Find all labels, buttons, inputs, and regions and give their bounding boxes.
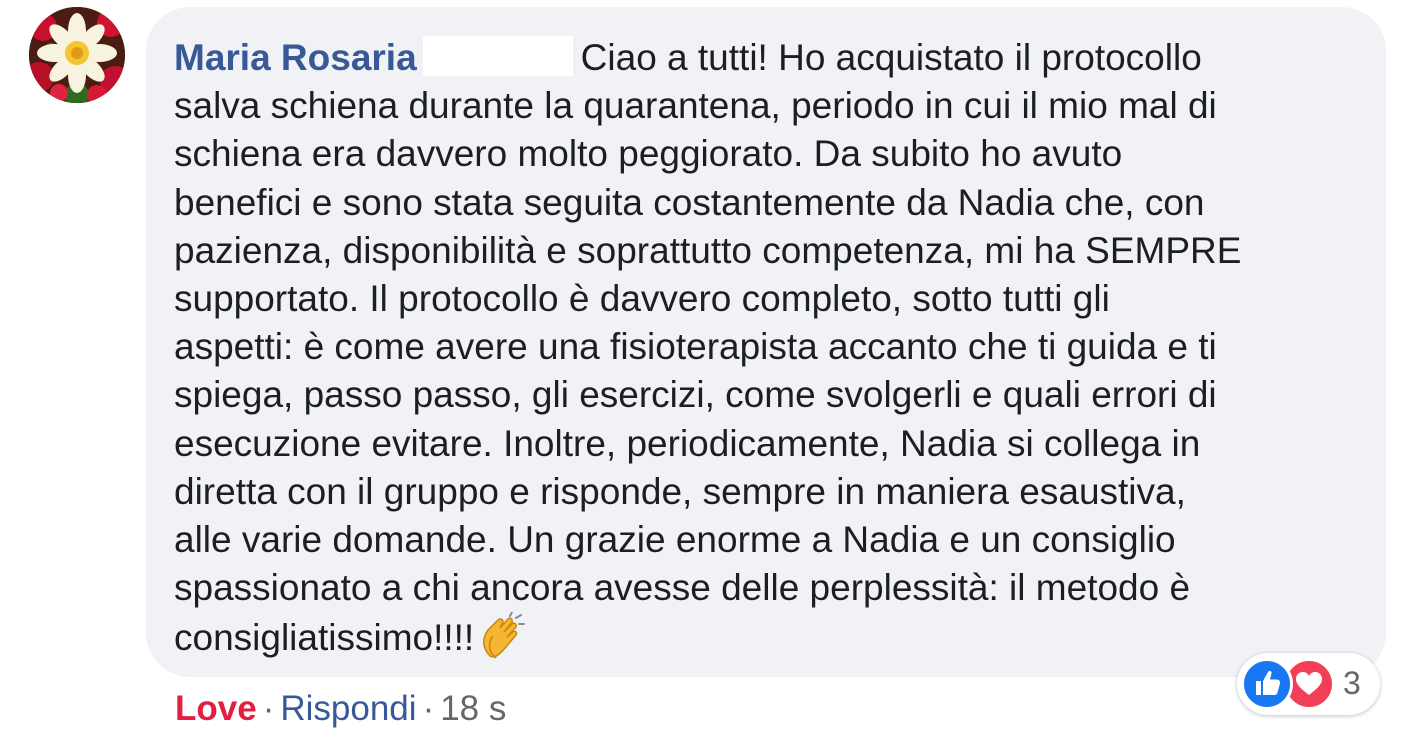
avatar[interactable]	[29, 7, 125, 103]
comment: Maria Rosaria Ciao a tutti! Ho acquistato…	[0, 0, 1424, 738]
comment-text: salva schiena durante la quarantena, per…	[174, 85, 1217, 127]
author-name[interactable]: Maria Rosaria	[174, 37, 417, 78]
flower-avatar-image	[29, 7, 125, 103]
redacted-surname	[422, 36, 573, 76]
comment-body: Maria Rosaria Ciao a tutti! Ho acquistato…	[174, 34, 1364, 663]
comment-text: spiega, passo passo, gli esercizi, come …	[174, 374, 1217, 416]
reactions-summary[interactable]: 3	[1237, 653, 1380, 715]
separator: ·	[422, 689, 435, 728]
comment-actions: Love · Rispondi · 18 s	[175, 687, 506, 731]
separator: ·	[262, 689, 275, 728]
comment-text: aspetti: è come avere una fisioterapista…	[174, 326, 1217, 368]
reply-button[interactable]: Rispondi	[280, 689, 416, 728]
love-button[interactable]: Love	[175, 689, 257, 728]
reaction-count: 3	[1343, 665, 1361, 701]
comment-text: Ciao a tutti! Ho acquistato il protocoll…	[580, 37, 1202, 78]
clapping-hands-icon	[476, 611, 526, 662]
comment-text: schiena era davvero molto peggiorato. Da…	[174, 133, 1123, 175]
comment-text: diretta con il gruppo e risponde, sempre…	[174, 470, 1186, 512]
timestamp[interactable]: 18 s	[440, 689, 506, 728]
comment-text: benefici e sono stata seguita costanteme…	[174, 181, 1205, 223]
comment-text: pazienza, disponibilità e soprattutto co…	[174, 229, 1242, 271]
comment-text: esecuzione evitare. Inoltre, periodicame…	[174, 422, 1201, 464]
comment-text: supportato. Il protocollo è davvero comp…	[174, 278, 1110, 320]
comment-text: consigliatissimo!!!!	[174, 617, 475, 659]
like-reaction-icon	[1241, 658, 1293, 710]
comment-last-line: consigliatissimo!!!!	[174, 611, 1364, 662]
comment-text: alle varie domande. Un grazie enorme a N…	[174, 519, 1176, 561]
comment-line-1: Maria Rosaria Ciao a tutti! Ho acquistato…	[174, 34, 1364, 82]
comment-text: spassionato a chi ancora avesse delle pe…	[174, 567, 1191, 609]
